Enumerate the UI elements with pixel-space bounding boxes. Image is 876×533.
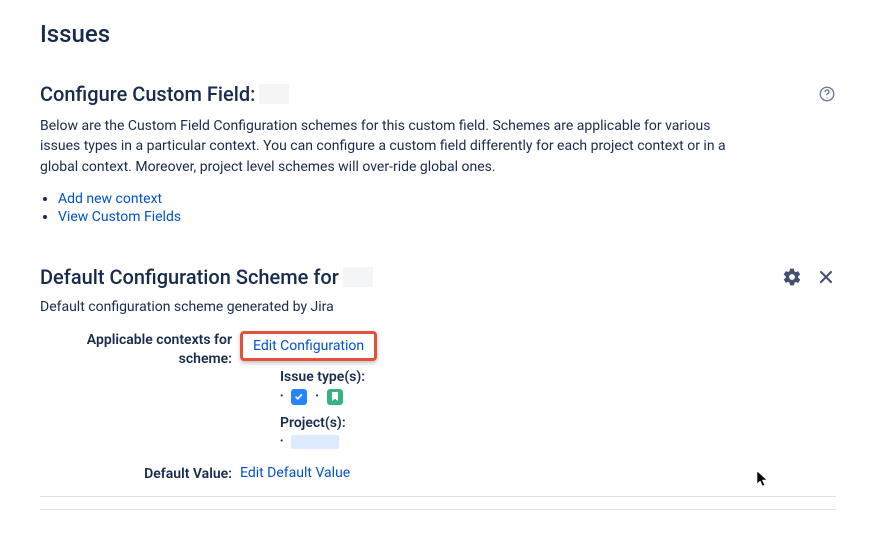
help-icon[interactable] [818, 85, 836, 103]
configure-heading: Configure Custom Field: [40, 82, 289, 106]
divider [40, 496, 836, 497]
gear-icon[interactable] [782, 267, 802, 287]
edit-configuration-callout: Edit Configuration [240, 331, 377, 361]
issue-types-label: Issue type(s): [280, 369, 836, 385]
default-value-label: Default Value: [40, 465, 240, 484]
add-context-link[interactable]: Add new context [58, 191, 162, 207]
page-title: Issues [40, 20, 836, 48]
issue-types-row: • • [280, 389, 836, 405]
bullet-dot: • [280, 436, 283, 447]
projects-row: • [280, 435, 836, 449]
bullet-dot: • [315, 391, 318, 402]
configure-heading-text: Configure Custom Field: [40, 82, 255, 106]
issue-type-story-icon [327, 389, 343, 405]
action-link-list: Add new context View Custom Fields [40, 191, 836, 225]
issue-type-task-icon [291, 389, 307, 405]
edit-configuration-link[interactable]: Edit Configuration [253, 338, 364, 354]
divider [40, 509, 836, 510]
applicable-contexts-label: Applicable contexts for scheme: [40, 331, 240, 459]
field-name-redacted [259, 84, 289, 104]
view-custom-fields-link[interactable]: View Custom Fields [58, 209, 181, 225]
close-icon[interactable] [816, 267, 836, 287]
bullet-dot: • [280, 391, 283, 402]
edit-default-value-link[interactable]: Edit Default Value [240, 465, 350, 481]
scheme-title-text: Default Configuration Scheme for [40, 265, 339, 289]
projects-label: Project(s): [280, 415, 836, 431]
scheme-name-redacted [343, 267, 373, 287]
project-chip-redacted [291, 435, 339, 449]
configure-description: Below are the Custom Field Configuration… [40, 116, 740, 177]
scheme-title: Default Configuration Scheme for [40, 265, 373, 289]
scheme-description: Default configuration scheme generated b… [40, 299, 836, 315]
